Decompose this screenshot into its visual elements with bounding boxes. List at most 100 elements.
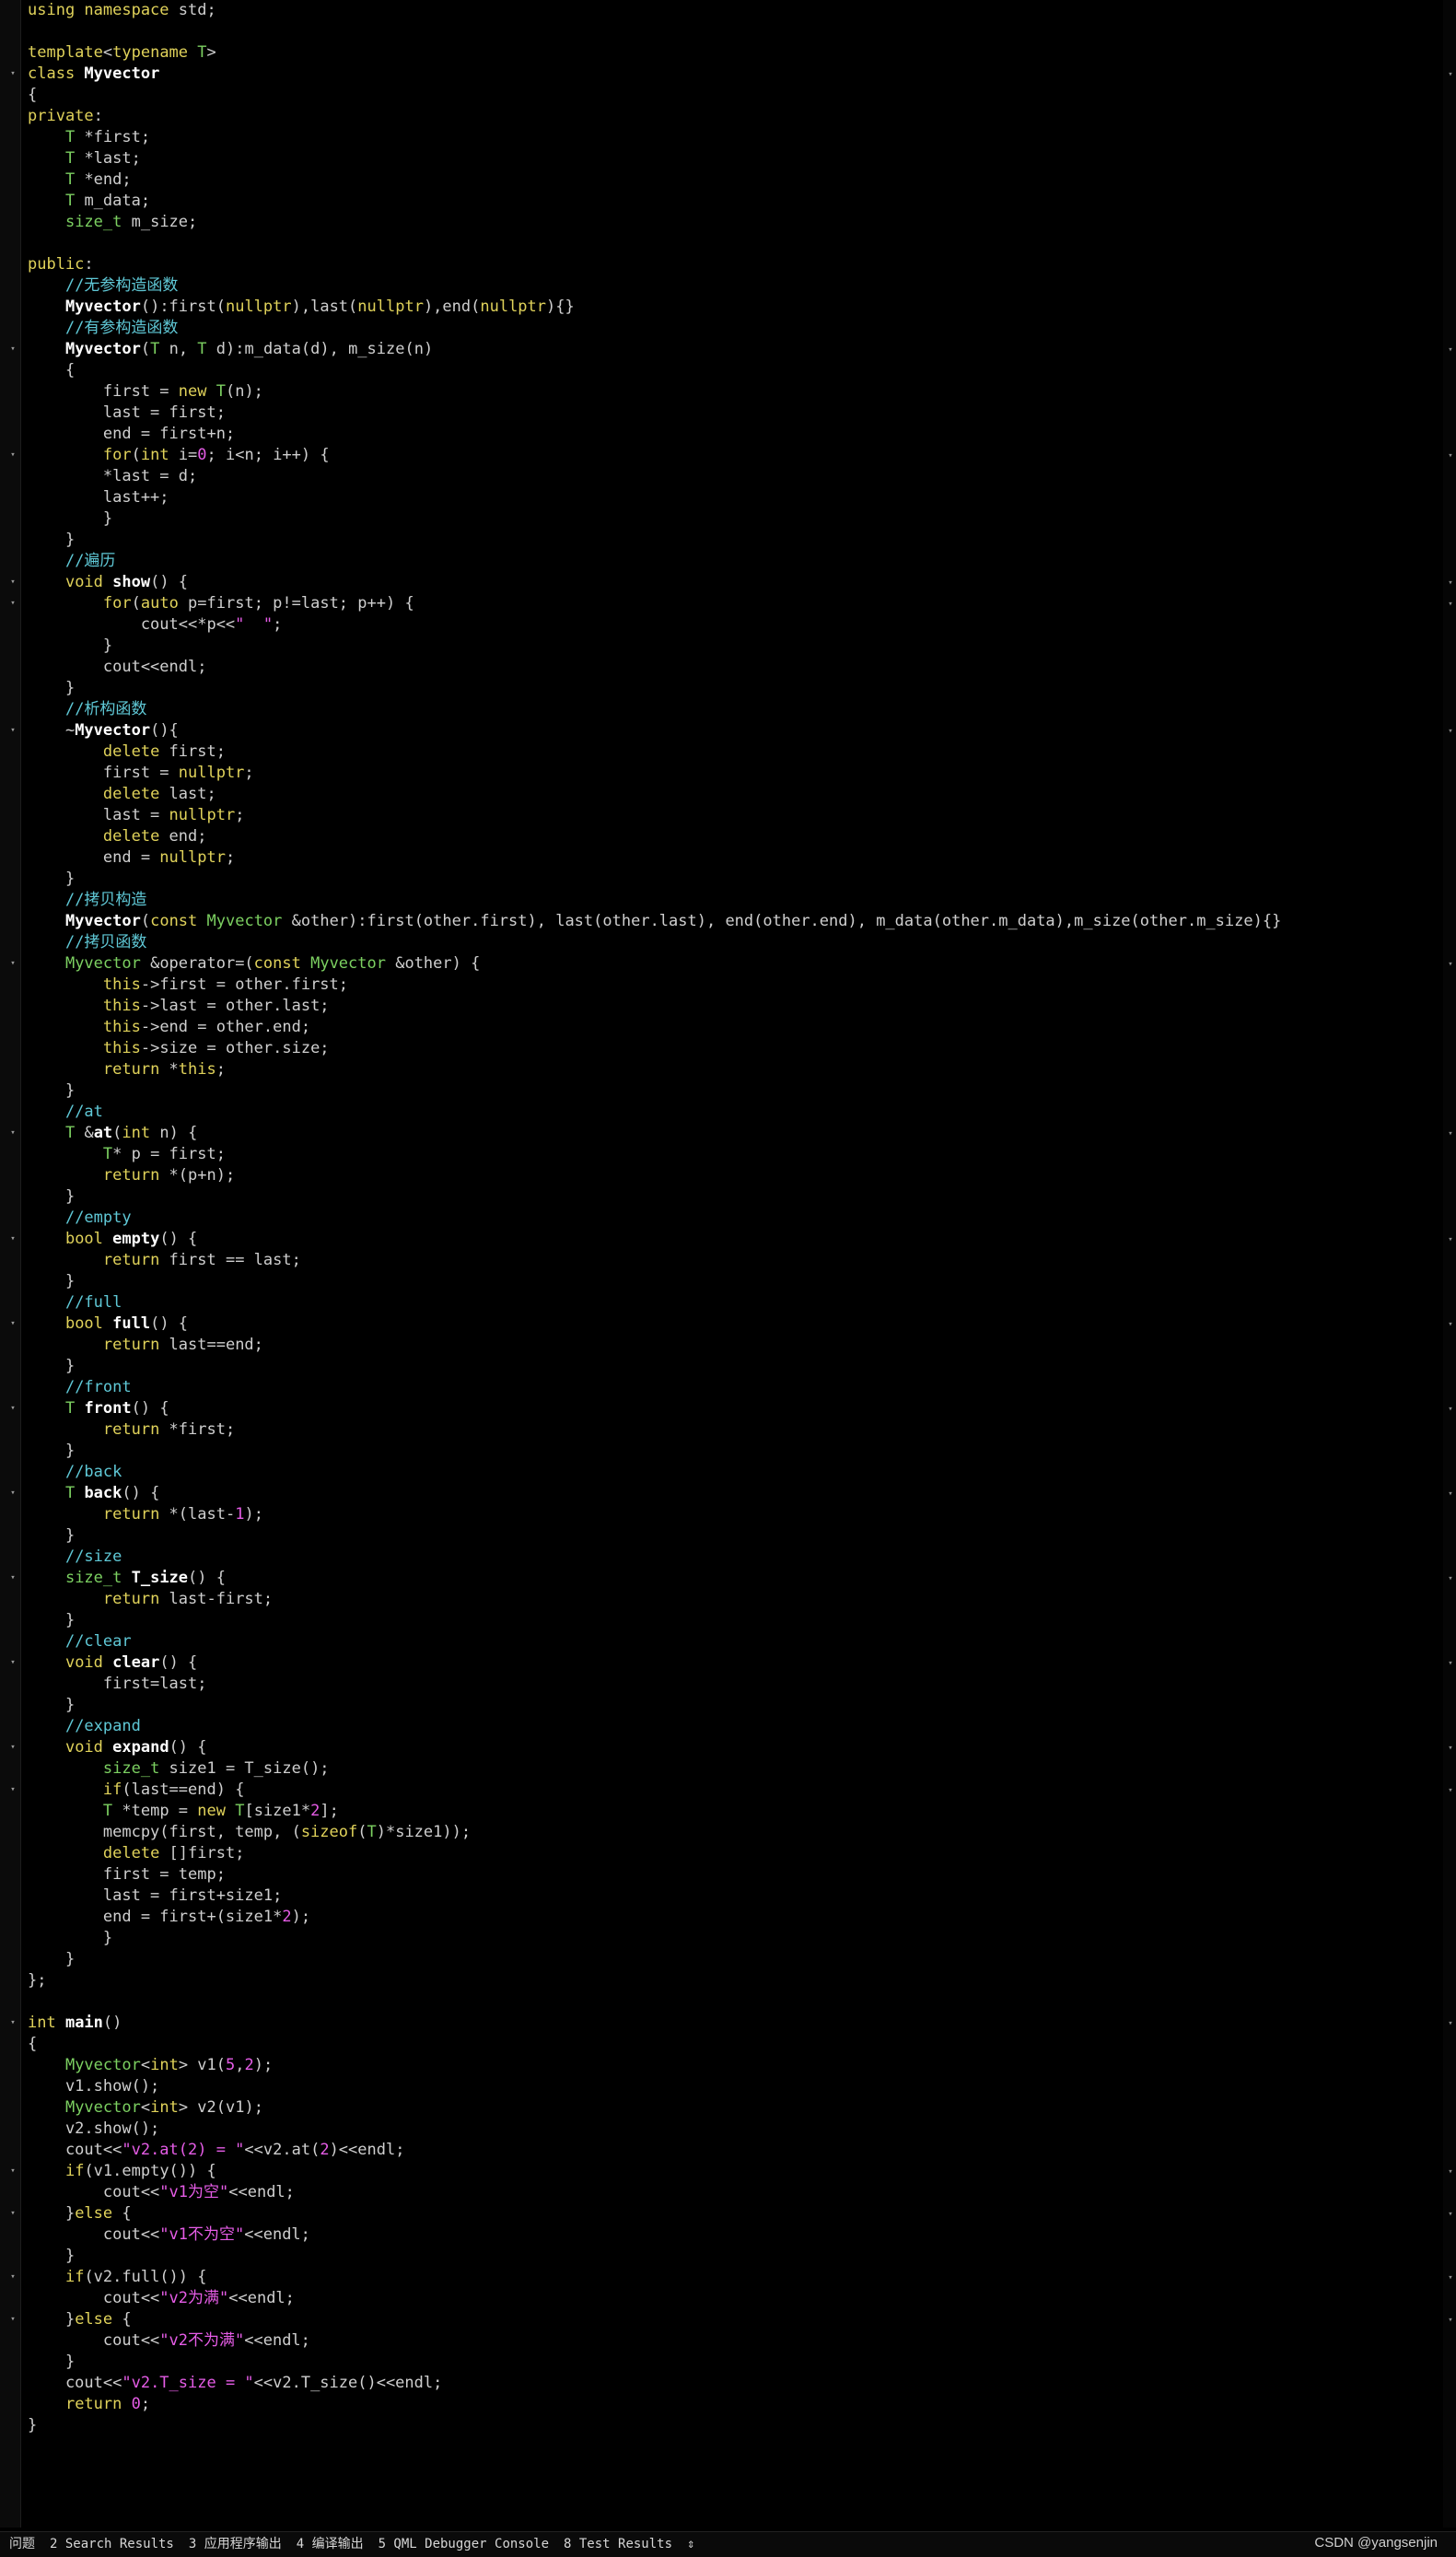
code-line[interactable]: delete first; (28, 741, 1427, 763)
code-line[interactable]: return *(p+n); (28, 1165, 1427, 1186)
code-line[interactable]: } (28, 1441, 1427, 1462)
code-line[interactable]: last = first+size1; (28, 1886, 1427, 1907)
code-line[interactable]: { (28, 2034, 1427, 2055)
code-line[interactable]: this->last = other.last; (28, 996, 1427, 1017)
code-line[interactable]: return *this; (28, 1059, 1427, 1080)
code-editor[interactable]: using namespace std; template<typename T>… (0, 0, 1456, 2528)
code-line[interactable]: ▾ size_t T_size() { (10, 1568, 1427, 1589)
fold-arrow-icon[interactable]: ▾ (8, 64, 17, 85)
code-line[interactable]: //expand (28, 1716, 1427, 1737)
code-line[interactable]: last++; (28, 487, 1427, 508)
code-line[interactable]: //size (28, 1547, 1427, 1568)
code-line[interactable]: } (28, 636, 1427, 657)
fold-arrow-icon[interactable]: ▾ (8, 1123, 17, 1144)
code-line[interactable]: } (28, 1080, 1427, 1102)
code-line[interactable]: ▾ }else { (10, 2309, 1427, 2330)
updown-arrows-icon[interactable]: ⇕ (687, 2532, 694, 2556)
code-line[interactable]: delete last; (28, 784, 1427, 805)
code-line[interactable]: //full (28, 1292, 1427, 1314)
code-line[interactable]: ▾ }else { (10, 2203, 1427, 2224)
code-line[interactable]: cout<<"v1不为空"<<endl; (28, 2224, 1427, 2246)
code-line[interactable]: ▾ for(int i=0; i<n; i++) { (10, 445, 1427, 466)
fold-arrow-icon[interactable]: ▾ (8, 445, 17, 466)
code-line[interactable]: } (28, 2415, 1427, 2436)
tab-issues[interactable]: 问题 (9, 2532, 35, 2556)
code-line[interactable]: T* p = first; (28, 1144, 1427, 1165)
tab-qml-debugger-console[interactable]: 5 QML Debugger Console (379, 2532, 549, 2556)
code-line[interactable] (28, 21, 1427, 42)
code-line[interactable]: ▾ if(last==end) { (10, 1780, 1427, 1801)
fold-arrow-icon[interactable]: ▾ (8, 953, 17, 975)
code-line[interactable]: } (28, 1525, 1427, 1547)
fold-arrow-icon[interactable]: ▾ (8, 1314, 17, 1335)
code-line[interactable]: v1.show(); (28, 2076, 1427, 2097)
code-line[interactable]: cout<<"v2为满"<<endl; (28, 2288, 1427, 2309)
code-line[interactable]: Myvector<int> v1(5,2); (28, 2055, 1427, 2076)
code-line[interactable]: ▾ void show() { (10, 572, 1427, 593)
code-line[interactable]: Myvector():first(nullptr),last(nullptr),… (28, 297, 1427, 318)
code-line[interactable]: first = nullptr; (28, 763, 1427, 784)
vertical-scrollbar[interactable]: ▾ ▾ ▾ ▾ ▾ ▾ ▾ ▾ ▾ ▾ ▾ ▾ ▾ ▾ ▾ ▾ ▾ ▾ ▾ ▾ ▾ (1443, 0, 1456, 2528)
code-line[interactable]: //拷贝函数 (28, 932, 1427, 953)
code-line[interactable]: //无参构造函数 (28, 275, 1427, 297)
code-line[interactable]: cout<<*p<<" "; (28, 614, 1427, 636)
code-line[interactable]: size_t m_size; (28, 212, 1427, 233)
code-line[interactable]: ▾ int main() (10, 2013, 1427, 2034)
code-line[interactable]: return *first; (28, 1419, 1427, 1441)
code-line[interactable]: //clear (28, 1631, 1427, 1652)
code-line[interactable]: return last-first; (28, 1589, 1427, 1610)
code-line[interactable]: ▾ Myvector(T n, T d):m_data(d), m_size(n… (10, 339, 1427, 360)
code-line[interactable]: ▾ T &at(int n) { (10, 1123, 1427, 1144)
code-line[interactable]: //拷贝构造 (28, 890, 1427, 911)
code-line[interactable]: }; (28, 1970, 1427, 1991)
fold-arrow-icon[interactable]: ▾ (8, 2309, 17, 2330)
code-line[interactable]: cout<<endl; (28, 657, 1427, 678)
code-line[interactable]: //front (28, 1377, 1427, 1398)
code-line[interactable]: ▾ for(auto p=first; p!=last; p++) { (10, 593, 1427, 614)
code-line[interactable]: ▾ T back() { (10, 1483, 1427, 1504)
fold-arrow-icon[interactable]: ▾ (8, 2203, 17, 2224)
fold-arrow-icon[interactable]: ▾ (8, 1737, 17, 1758)
code-line[interactable]: end = first+(size1*2); (28, 1907, 1427, 1928)
code-line[interactable]: memcpy(first, temp, (sizeof(T)*size1)); (28, 1822, 1427, 1843)
code-line[interactable]: delete end; (28, 826, 1427, 847)
tab-compile-output[interactable]: 4 编译输出 (297, 2532, 364, 2556)
code-line[interactable]: *last = d; (28, 466, 1427, 487)
code-line[interactable]: } (28, 1271, 1427, 1292)
fold-arrow-icon[interactable]: ▾ (8, 2013, 17, 2034)
code-line[interactable]: Myvector<int> v2(v1); (28, 2097, 1427, 2119)
code-line[interactable]: } (28, 2246, 1427, 2267)
code-line[interactable]: { (28, 85, 1427, 106)
code-line[interactable]: template<typename T> (28, 42, 1427, 64)
code-line[interactable]: ▾ bool empty() { (10, 1229, 1427, 1250)
code-line[interactable]: } (28, 1949, 1427, 1970)
code-line[interactable]: } (28, 678, 1427, 699)
code-line[interactable]: //遍历 (28, 551, 1427, 572)
tab-test-results[interactable]: 8 Test Results (564, 2532, 672, 2556)
code-line[interactable]: first = temp; (28, 1864, 1427, 1886)
code-line[interactable]: delete []first; (28, 1843, 1427, 1864)
code-line[interactable]: return last==end; (28, 1335, 1427, 1356)
code-line[interactable]: using namespace std; (28, 0, 1427, 21)
code-line[interactable]: T m_data; (28, 191, 1427, 212)
code-line[interactable]: size_t size1 = T_size(); (28, 1758, 1427, 1780)
code-line[interactable]: this->size = other.size; (28, 1038, 1427, 1059)
code-area[interactable]: using namespace std; template<typename T>… (10, 0, 1427, 2436)
code-line[interactable]: return first == last; (28, 1250, 1427, 1271)
code-line[interactable]: ▾ T front() { (10, 1398, 1427, 1419)
code-line[interactable]: //back (28, 1462, 1427, 1483)
code-line[interactable]: first = new T(n); (28, 381, 1427, 403)
code-line[interactable]: return *(last-1); (28, 1504, 1427, 1525)
code-line[interactable]: private: (28, 106, 1427, 127)
code-line[interactable]: cout<<"v2.T_size = "<<v2.T_size()<<endl; (28, 2373, 1427, 2394)
code-line[interactable]: ▾ class Myvector (10, 64, 1427, 85)
code-line[interactable]: this->first = other.first; (28, 975, 1427, 996)
code-line[interactable]: first=last; (28, 1674, 1427, 1695)
fold-arrow-icon[interactable]: ▾ (8, 1780, 17, 1801)
code-line[interactable]: last = first; (28, 403, 1427, 424)
code-line[interactable]: this->end = other.end; (28, 1017, 1427, 1038)
code-line[interactable]: } (28, 1186, 1427, 1208)
code-line[interactable]: ▾ Myvector &operator=(const Myvector &ot… (10, 953, 1427, 975)
code-line[interactable]: public: (28, 254, 1427, 275)
code-line[interactable]: //empty (28, 1208, 1427, 1229)
